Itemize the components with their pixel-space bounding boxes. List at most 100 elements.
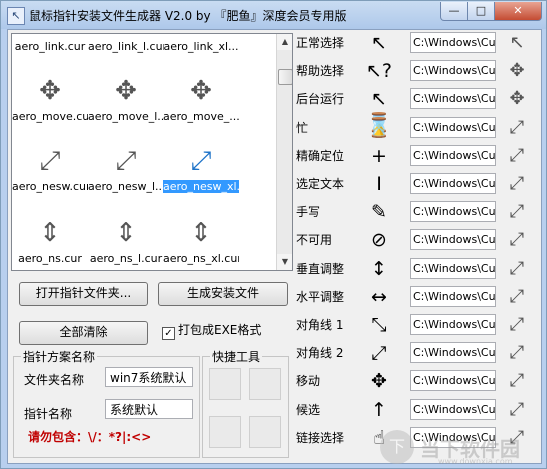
- cursor-file-list[interactable]: ▲ ▼ aero_link.cur aero_link_l.cur aero_lin…: [11, 33, 293, 271]
- cursor-path-input[interactable]: C:\Windows\Curs: [410, 32, 496, 53]
- maximize-button[interactable]: □: [467, 2, 495, 21]
- cursor-role-label: 对角线 1: [296, 318, 344, 332]
- quick-tool-slot[interactable]: [209, 368, 241, 400]
- cursor-role-label: 帮助选择: [296, 64, 345, 79]
- move-cursor-icon[interactable]: ✥: [504, 87, 530, 111]
- cursor-path-input[interactable]: C:\Windows\Curs: [410, 229, 496, 251]
- pen-cursor-icon: ✎: [371, 201, 387, 224]
- scroll-thumb[interactable]: [278, 69, 292, 85]
- cursor-file-name: aero_link.cur: [14, 40, 86, 53]
- cursor-role-label: 链接选择: [296, 430, 345, 445]
- minimize-button[interactable]: —: [440, 2, 468, 21]
- quick-tools-title: 快捷工具: [210, 348, 263, 365]
- cursor-path-input[interactable]: C:\Windows\Curs: [410, 144, 496, 166]
- cursor-file-name: aero_move_l...: [88, 110, 164, 123]
- cursor-file-item[interactable]: aero_link_l.cur: [88, 40, 164, 53]
- cursor-role-row: 对角线 1 ⤡ C:\Windows\Curs ⤢: [296, 313, 541, 337]
- cursor-file-item[interactable]: ✥ aero_move.cur: [12, 72, 88, 123]
- resize-nesw-icon[interactable]: ⤢: [504, 257, 530, 281]
- arrow-cursor-icon[interactable]: ↖: [504, 31, 530, 55]
- cursor-file-item[interactable]: ⤢ aero_nesw_l...: [88, 142, 164, 193]
- cursor-file-item[interactable]: ⤢ aero_nesw.cur: [12, 142, 88, 193]
- resize-nesw-icon[interactable]: ⤢: [504, 172, 530, 196]
- resize-nesw-icon[interactable]: ⤢: [504, 341, 530, 365]
- move-cursor-icon: ✥: [115, 76, 137, 106]
- clear-all-button[interactable]: 全部清除: [19, 321, 148, 345]
- cursor-role-label: 忙: [296, 120, 309, 135]
- resize-vertical-icon: ↕: [371, 257, 387, 280]
- cursor-file-item[interactable]: ✥ aero_move_l...: [88, 72, 164, 123]
- cursor-path-input[interactable]: C:\Windows\Curs: [410, 314, 496, 335]
- cursor-file-item[interactable]: ⇕ aero_ns_l.cur: [88, 214, 164, 265]
- quick-tool-slot[interactable]: [249, 416, 281, 448]
- package-exe-checkbox[interactable]: ✓: [162, 327, 175, 340]
- resize-nesw-icon[interactable]: ⤢: [504, 200, 530, 224]
- cursor-role-row: 移动 ✥ C:\Windows\Curs ⤢: [296, 369, 541, 393]
- move-cursor-icon: ✥: [39, 76, 61, 106]
- cursor-file-item[interactable]: ✥ aero_move_...: [163, 72, 239, 123]
- invalid-chars-warning: 请勿包含：\/：*?|:<>: [28, 430, 152, 444]
- cursor-file-item[interactable]: aero_link_xl...: [163, 40, 239, 53]
- cursor-role-label: 对角线 2: [296, 346, 344, 361]
- cursor-name-input[interactable]: 系统默认: [105, 399, 193, 419]
- cursor-file-name: aero_ns_l.cur: [89, 252, 163, 265]
- cursor-file-item[interactable]: ⇕ aero_ns_xl.cur: [163, 214, 239, 265]
- cursor-role-label: 精确定位: [296, 148, 345, 163]
- folder-name-label: 文件夹名称: [24, 373, 85, 387]
- cursor-path-input[interactable]: C:\Windows\Curs: [410, 257, 496, 279]
- resize-nesw-icon[interactable]: ⤢: [504, 116, 530, 140]
- close-button[interactable]: ✕: [494, 2, 542, 21]
- quick-tool-slot[interactable]: [249, 368, 281, 400]
- cursor-role-label: 候选: [296, 402, 321, 417]
- cursor-role-row: 选定文本 I C:\Windows\Curs ⤢: [296, 172, 541, 196]
- cursor-path-input[interactable]: C:\Windows\Curs: [410, 88, 496, 110]
- cursor-file-item[interactable]: aero_link.cur: [12, 40, 88, 53]
- resize-nesw-icon: ⤢: [190, 146, 212, 176]
- cursor-path-input[interactable]: C:\Windows\Curs: [410, 285, 496, 307]
- cursor-file-item[interactable]: ⇕ aero_ns.cur: [12, 214, 88, 265]
- resize-ns-icon: ⇕: [115, 218, 137, 248]
- cursor-role-row: 后台运行 ↖⌛ C:\Windows\Curs ✥: [296, 87, 541, 135]
- hourglass-icon: ⌛: [367, 116, 391, 139]
- cursor-role-row: 忙 ⌛ C:\Windows\Curs ⤢: [296, 116, 541, 140]
- cursor-file-name: aero_link_l.cur: [88, 40, 164, 53]
- open-cursor-folder-button[interactable]: 打开指针文件夹...: [19, 282, 148, 306]
- quick-tool-slot[interactable]: [209, 416, 241, 448]
- hand-pointer-icon: ☝: [373, 426, 385, 449]
- cursor-path-input[interactable]: C:\Windows\Curs: [410, 173, 496, 194]
- cursor-path-input[interactable]: C:\Windows\Curs: [410, 426, 496, 448]
- cursor-path-input[interactable]: C:\Windows\Curs: [410, 60, 496, 82]
- resize-nesw-icon[interactable]: ⤢: [504, 398, 530, 422]
- resize-nesw-icon[interactable]: ⤢: [504, 285, 530, 309]
- busy-arrow-cursor-icon: ↖⌛: [367, 88, 391, 135]
- resize-nesw-icon[interactable]: ⤢: [504, 144, 530, 168]
- cursor-path-input[interactable]: C:\Windows\Curs: [410, 370, 496, 392]
- cursor-file-item[interactable]: ⤢ aero_nesw_xl.cur: [163, 142, 239, 193]
- cursor-path-input[interactable]: C:\Windows\Curs: [410, 398, 496, 420]
- package-exe-label: 打包成EXE格式: [178, 323, 262, 337]
- cursor-file-name: aero_ns_xl.cur: [163, 252, 239, 265]
- cursor-path-input[interactable]: C:\Windows\Curs: [410, 116, 496, 138]
- app-icon: ↖: [7, 7, 25, 25]
- cursor-role-label: 不可用: [296, 233, 333, 248]
- cursor-role-row: 不可用 ⊘ C:\Windows\Curs ⤢: [296, 228, 541, 252]
- cursor-path-input[interactable]: C:\Windows\Curs: [410, 201, 496, 223]
- resize-nesw-icon[interactable]: ⤢: [504, 228, 530, 252]
- package-exe-option[interactable]: ✓ 打包成EXE格式: [162, 321, 261, 340]
- folder-name-input[interactable]: win7系统默认: [105, 367, 193, 387]
- move-cursor-icon[interactable]: ✥: [504, 59, 530, 83]
- resize-nesw-icon[interactable]: ⤢: [504, 313, 530, 337]
- client-area: ▲ ▼ aero_link.cur aero_link_l.cur aero_lin…: [7, 29, 542, 466]
- resize-nesw-icon[interactable]: ⤢: [504, 426, 530, 450]
- resize-nesw-icon: ⤢: [39, 146, 61, 176]
- cursor-path-input[interactable]: C:\Windows\Curs: [410, 342, 496, 364]
- scroll-down-icon[interactable]: ▼: [277, 254, 292, 270]
- cursor-role-label: 水平调整: [296, 289, 345, 304]
- resize-nwse-icon: ⤡: [371, 314, 387, 336]
- generate-install-file-button[interactable]: 生成安装文件: [158, 282, 288, 306]
- cursor-file-name: aero_move_...: [163, 110, 239, 123]
- title-bar[interactable]: ↖ 鼠标指针安装文件生成器 V2.0 by 『肥鱼』深度会员专用版 — □ ✕: [1, 1, 546, 29]
- vertical-scrollbar[interactable]: ▲ ▼: [276, 34, 292, 270]
- resize-nesw-icon[interactable]: ⤢: [504, 369, 530, 393]
- scroll-up-icon[interactable]: ▲: [277, 34, 292, 50]
